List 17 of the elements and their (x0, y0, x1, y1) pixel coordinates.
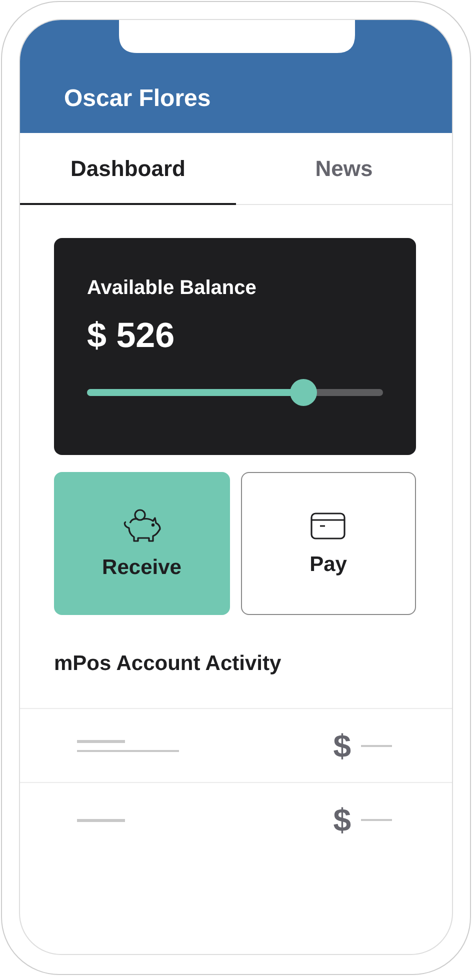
receive-button[interactable]: Receive (54, 472, 230, 615)
activity-row[interactable]: $ (20, 783, 452, 857)
currency-sign: $ (333, 804, 351, 836)
tab[interactable]: Dashboard (20, 133, 236, 205)
header-title: Oscar Flores (64, 87, 211, 111)
activity-row[interactable]: $ (20, 709, 452, 783)
balance-amount: $ 526 (87, 318, 176, 353)
balance-label: Available Balance (87, 278, 258, 298)
slider-thumb[interactable] (290, 379, 318, 406)
placeholder-lines (77, 818, 125, 822)
slider-track[interactable] (87, 389, 383, 396)
currency-sign: $ (333, 730, 351, 762)
pay-button[interactable]: Pay (240, 472, 416, 615)
piggy-bank-icon (122, 509, 162, 543)
tab[interactable]: News (236, 133, 452, 205)
credit-card-icon (310, 512, 346, 540)
section-title: mPos Account Activity (54, 653, 282, 674)
